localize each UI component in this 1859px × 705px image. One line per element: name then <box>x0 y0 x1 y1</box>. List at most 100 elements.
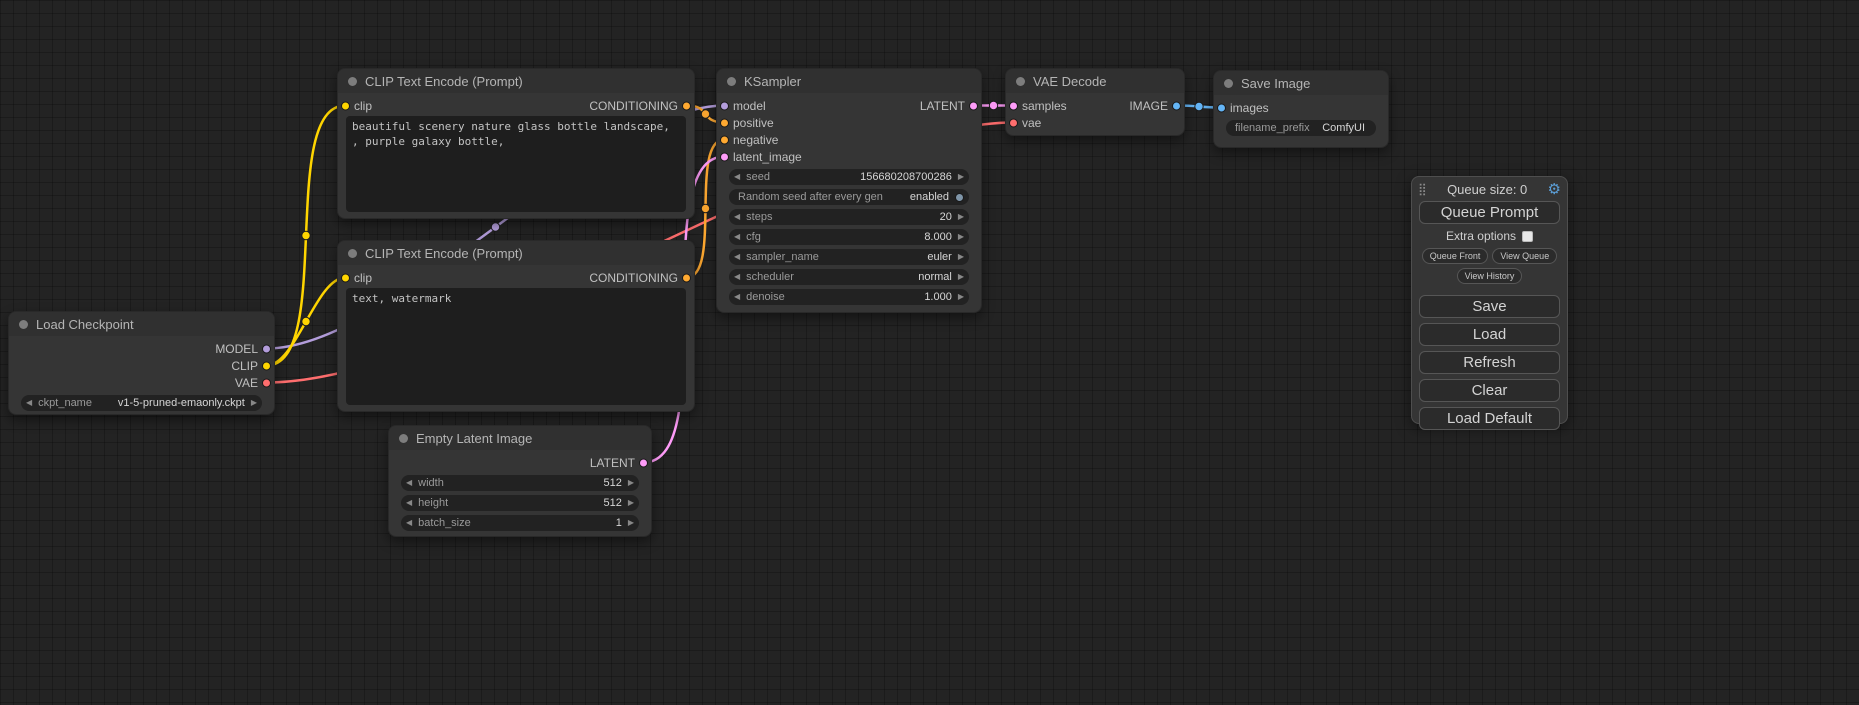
save-button[interactable]: Save <box>1419 295 1560 318</box>
increment-arrow-icon[interactable]: ▶ <box>958 173 964 181</box>
widget-name: batch_size <box>418 517 471 529</box>
node-collapse-dot[interactable] <box>399 434 408 443</box>
workflow-buttons-group: Save Load Refresh Clear Load Default <box>1412 295 1567 430</box>
increment-arrow-icon[interactable]: ▶ <box>251 399 257 407</box>
decrement-arrow-icon[interactable]: ◀ <box>734 293 740 301</box>
widget-name: height <box>418 497 448 509</box>
node-title-label: VAE Decode <box>1033 74 1106 89</box>
widget-height[interactable]: ◀ height 512 ▶ <box>401 495 639 511</box>
increment-arrow-icon[interactable]: ▶ <box>628 479 634 487</box>
input-label-samples: samples <box>1022 99 1067 113</box>
slot-row-clip-conditioning: clip CONDITIONING <box>338 97 694 114</box>
node-collapse-dot[interactable] <box>1016 77 1025 86</box>
node-collapse-dot[interactable] <box>348 249 357 258</box>
node-save-image: Save Image images filename_prefix ComfyU… <box>1213 70 1389 148</box>
node-collapse-dot[interactable] <box>348 77 357 86</box>
node-collapse-dot[interactable] <box>727 77 736 86</box>
port-latent-output[interactable] <box>639 458 648 467</box>
input-slot-vae: vae <box>1006 114 1184 131</box>
drag-handle-icon[interactable]: ⣿ <box>1418 182 1427 196</box>
increment-arrow-icon[interactable]: ▶ <box>958 213 964 221</box>
node-titlebar[interactable]: Load Checkpoint <box>9 312 274 336</box>
queue-front-button[interactable]: Queue Front <box>1422 248 1489 264</box>
increment-arrow-icon[interactable]: ▶ <box>958 253 964 261</box>
widget-seed[interactable]: ◀ seed 156680208700286 ▶ <box>729 169 969 185</box>
node-titlebar[interactable]: CLIP Text Encode (Prompt) <box>338 69 694 93</box>
decrement-arrow-icon[interactable]: ◀ <box>26 399 32 407</box>
decrement-arrow-icon[interactable]: ◀ <box>406 519 412 527</box>
settings-gear-icon[interactable]: ⚙ <box>1548 180 1561 198</box>
queue-prompt-button[interactable]: Queue Prompt <box>1419 201 1560 224</box>
refresh-button[interactable]: Refresh <box>1419 351 1560 374</box>
port-conditioning-output[interactable] <box>682 101 691 110</box>
port-clip-output[interactable] <box>262 361 271 370</box>
view-history-button[interactable]: View History <box>1457 268 1523 284</box>
toggle-indicator[interactable] <box>955 193 964 202</box>
clear-button[interactable]: Clear <box>1419 379 1560 402</box>
graph-canvas[interactable]: Load Checkpoint MODEL CLIP VAE ◀ ckpt_na… <box>0 0 1859 705</box>
view-queue-button[interactable]: View Queue <box>1492 248 1557 264</box>
port-positive-input[interactable] <box>720 118 729 127</box>
widget-sampler-name[interactable]: ◀ sampler_name euler ▶ <box>729 249 969 265</box>
decrement-arrow-icon[interactable]: ◀ <box>734 213 740 221</box>
increment-arrow-icon[interactable]: ▶ <box>958 273 964 281</box>
widget-denoise[interactable]: ◀ denoise 1.000 ▶ <box>729 289 969 305</box>
port-image-output[interactable] <box>1172 101 1181 110</box>
extra-options-checkbox[interactable] <box>1522 231 1533 242</box>
widget-value: 512 <box>603 477 621 489</box>
decrement-arrow-icon[interactable]: ◀ <box>734 253 740 261</box>
widget-ckpt-name[interactable]: ◀ ckpt_name v1-5-pruned-emaonly.ckpt ▶ <box>21 395 262 411</box>
port-samples-input[interactable] <box>1009 101 1018 110</box>
port-vae-output[interactable] <box>262 378 271 387</box>
port-latent-image-input[interactable] <box>720 152 729 161</box>
widget-name: scheduler <box>746 271 794 283</box>
widget-name: width <box>418 477 444 489</box>
port-images-input[interactable] <box>1217 103 1226 112</box>
port-clip-input[interactable] <box>341 101 350 110</box>
decrement-arrow-icon[interactable]: ◀ <box>406 479 412 487</box>
input-label-model: model <box>733 99 766 113</box>
widget-steps[interactable]: ◀ steps 20 ▶ <box>729 209 969 225</box>
load-button[interactable]: Load <box>1419 323 1560 346</box>
node-titlebar[interactable]: CLIP Text Encode (Prompt) <box>338 241 694 265</box>
negative-prompt-textarea[interactable]: text, watermark <box>346 288 686 405</box>
port-model-output[interactable] <box>262 344 271 353</box>
decrement-arrow-icon[interactable]: ◀ <box>734 273 740 281</box>
widget-width[interactable]: ◀ width 512 ▶ <box>401 475 639 491</box>
queue-panel-header: ⣿ Queue size: 0 ⚙ <box>1412 177 1567 199</box>
decrement-arrow-icon[interactable]: ◀ <box>734 233 740 241</box>
node-titlebar[interactable]: KSampler <box>717 69 981 93</box>
widget-filename-prefix[interactable]: filename_prefix ComfyUI <box>1226 120 1376 136</box>
output-label-conditioning: CONDITIONING <box>589 271 678 285</box>
load-default-button[interactable]: Load Default <box>1419 407 1560 430</box>
widget-batch-size[interactable]: ◀ batch_size 1 ▶ <box>401 515 639 531</box>
increment-arrow-icon[interactable]: ▶ <box>628 499 634 507</box>
port-vae-input[interactable] <box>1009 118 1018 127</box>
widget-scheduler[interactable]: ◀ scheduler normal ▶ <box>729 269 969 285</box>
output-slot-vae: VAE <box>9 374 274 391</box>
node-titlebar[interactable]: Empty Latent Image <box>389 426 651 450</box>
node-titlebar[interactable]: Save Image <box>1214 71 1388 95</box>
widget-cfg[interactable]: ◀ cfg 8.000 ▶ <box>729 229 969 245</box>
positive-prompt-textarea[interactable]: beautiful scenery nature glass bottle la… <box>346 116 686 212</box>
increment-arrow-icon[interactable]: ▶ <box>958 293 964 301</box>
node-collapse-dot[interactable] <box>1224 79 1233 88</box>
slot-row-clip-conditioning: clip CONDITIONING <box>338 269 694 286</box>
widget-random-seed-toggle[interactable]: Random seed after every gen enabled <box>729 189 969 205</box>
node-vae-decode: VAE Decode samples IMAGE vae <box>1005 68 1185 136</box>
increment-arrow-icon[interactable]: ▶ <box>628 519 634 527</box>
port-negative-input[interactable] <box>720 135 729 144</box>
widget-name: Random seed after every gen <box>738 191 883 203</box>
decrement-arrow-icon[interactable]: ◀ <box>734 173 740 181</box>
slot-row-samples-image: samples IMAGE <box>1006 97 1184 114</box>
port-conditioning-output[interactable] <box>682 273 691 282</box>
node-collapse-dot[interactable] <box>19 320 28 329</box>
port-latent-output[interactable] <box>969 101 978 110</box>
widget-value: 1 <box>616 517 622 529</box>
increment-arrow-icon[interactable]: ▶ <box>958 233 964 241</box>
decrement-arrow-icon[interactable]: ◀ <box>406 499 412 507</box>
port-model-input[interactable] <box>720 101 729 110</box>
port-clip-input[interactable] <box>341 273 350 282</box>
input-label-clip: clip <box>354 99 372 113</box>
node-titlebar[interactable]: VAE Decode <box>1006 69 1184 93</box>
